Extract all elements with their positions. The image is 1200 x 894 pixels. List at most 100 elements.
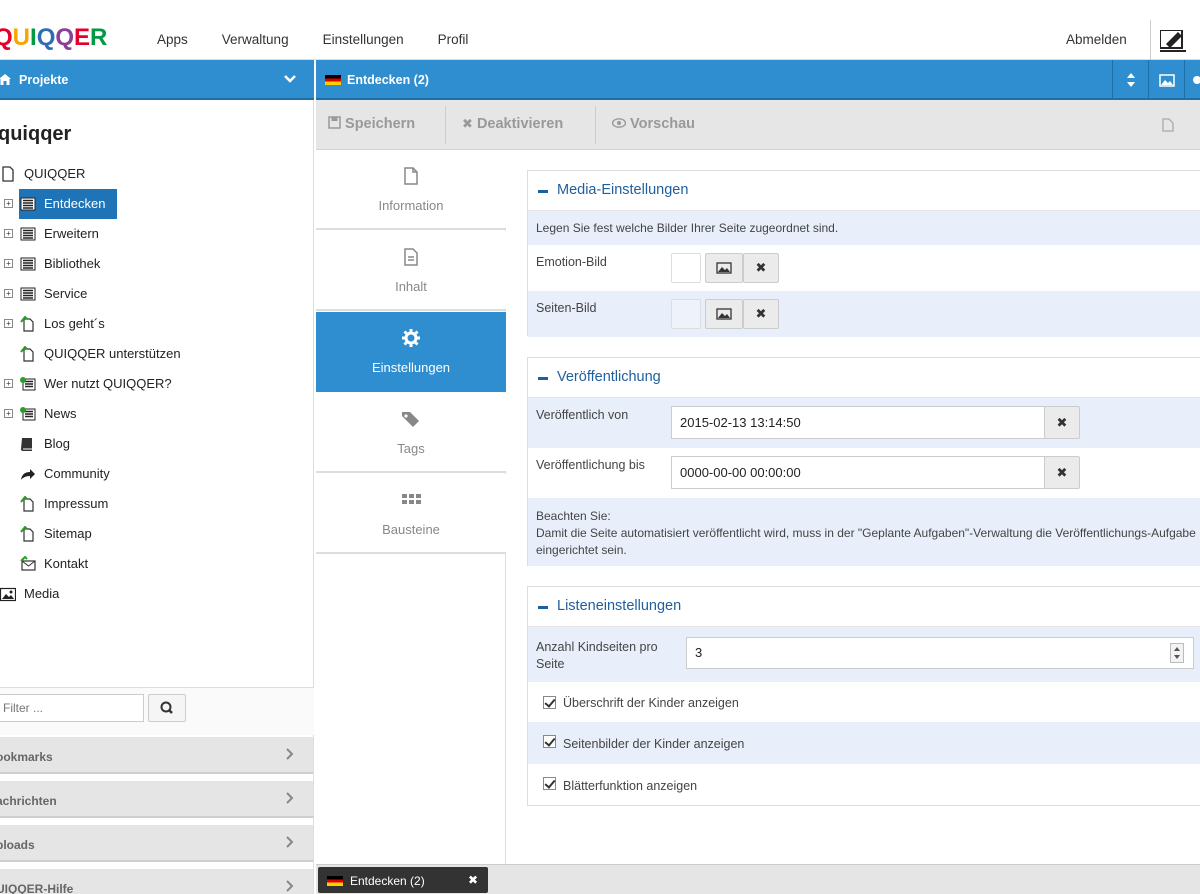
- tree-node[interactable]: + Entdecken: [0, 189, 314, 219]
- tree-node-label: Erweitern: [44, 226, 99, 241]
- logo-letter: R: [90, 24, 108, 51]
- tree-node[interactable]: Impressum: [0, 490, 314, 518]
- tree-node[interactable]: + Service: [0, 280, 314, 308]
- tree-node-label: Blog: [44, 436, 71, 451]
- logo-letter: Q: [0, 24, 13, 51]
- stepper-icon[interactable]: [1170, 643, 1184, 663]
- list-icon: [20, 196, 36, 212]
- tree-node[interactable]: + Bibliothek: [0, 250, 314, 278]
- tab-einstellungen[interactable]: Einstellungen: [316, 312, 506, 392]
- publish-from-label: Veröffentlich von: [536, 408, 629, 422]
- taskbar-tab[interactable]: Entdecken (2) ✖: [318, 867, 488, 893]
- search-icon: [160, 701, 173, 714]
- publish-from-clear-button[interactable]: ✖: [1044, 406, 1080, 439]
- tree-node[interactable]: + Wer nutzt QUIQQER?: [0, 370, 314, 398]
- tree-node[interactable]: Media: [0, 580, 294, 608]
- emotion-image-preview[interactable]: [671, 253, 701, 283]
- tree-node[interactable]: Blog: [0, 430, 314, 458]
- edit-icon[interactable]: [1158, 29, 1200, 54]
- settings-button[interactable]: [1184, 60, 1200, 100]
- tree-node[interactable]: Kontakt: [0, 550, 314, 578]
- book-icon: [20, 436, 36, 452]
- expand-icon[interactable]: +: [4, 259, 13, 268]
- expand-icon[interactable]: +: [4, 229, 13, 238]
- tree-node-label: News: [44, 406, 77, 421]
- publish-to-clear-button[interactable]: ✖: [1044, 456, 1080, 489]
- save-button[interactable]: Speichern: [328, 116, 415, 132]
- tab-label: Inhalt: [395, 279, 427, 294]
- expand-icon[interactable]: +: [4, 319, 13, 328]
- tree-node[interactable]: Sitemap: [0, 520, 314, 548]
- tab-inhalt[interactable]: Inhalt: [316, 231, 506, 311]
- chevron-right-icon: [285, 791, 295, 808]
- menu-einstellungen[interactable]: Einstellungen: [306, 32, 421, 47]
- tree-node[interactable]: + Los geht´s: [0, 310, 314, 338]
- menu-profil[interactable]: Profil: [421, 32, 486, 47]
- filter-bar: [0, 687, 314, 735]
- page-image-preview[interactable]: [671, 299, 701, 329]
- panel-bookmarks[interactable]: ookmarks: [0, 736, 313, 774]
- expand-icon[interactable]: +: [4, 409, 13, 418]
- filter-search-button[interactable]: [148, 694, 186, 722]
- toolbar: Speichern ✖ Deaktivieren Vorschau: [316, 100, 1200, 150]
- panel-uploads-label: ploads: [0, 838, 35, 852]
- tree-node[interactable]: QUIQQER: [0, 160, 294, 188]
- logo-letter: Q: [55, 24, 75, 51]
- panel-uploads[interactable]: ploads: [0, 824, 313, 862]
- media-description: Legen Sie fest welche Bilder Ihrer Seite…: [536, 221, 839, 235]
- german-flag-icon: [327, 876, 343, 886]
- menu-apps[interactable]: Apps: [140, 32, 205, 47]
- menu-verwaltung[interactable]: Verwaltung: [205, 32, 306, 47]
- tab-information[interactable]: Information: [316, 150, 506, 230]
- show-child-images-checkbox[interactable]: [543, 735, 556, 748]
- show-paging-checkbox[interactable]: [543, 777, 556, 790]
- list-section-header[interactable]: Listeneinstellungen: [528, 587, 1200, 627]
- media-button[interactable]: [1148, 60, 1184, 100]
- page-image-row: Seiten-Bild ✖: [528, 291, 1200, 337]
- preview-button[interactable]: Vorschau: [611, 116, 695, 132]
- page-link-icon: [20, 525, 36, 542]
- panel-help[interactable]: UIQQER-Hilfe: [0, 868, 313, 894]
- filter-input[interactable]: [0, 694, 144, 722]
- emotion-image-select-button[interactable]: [705, 253, 743, 283]
- tree-node[interactable]: Community: [0, 460, 314, 488]
- close-icon[interactable]: ✖: [468, 873, 478, 887]
- media-section-header[interactable]: Media-Einstellungen: [528, 171, 1200, 211]
- quiqqer-logo[interactable]: QUIQQER: [0, 26, 107, 50]
- panel-bookmarks-label: ookmarks: [0, 750, 53, 764]
- panel-messages[interactable]: achrichten: [0, 780, 313, 818]
- taskbar-tab-label: Entdecken (2): [350, 874, 425, 888]
- chevron-down-icon[interactable]: [283, 72, 297, 89]
- show-child-headings-checkbox[interactable]: [543, 696, 556, 709]
- tree-node[interactable]: + Erweitern: [0, 220, 314, 248]
- page-image-select-button[interactable]: [705, 299, 743, 329]
- child-count-input[interactable]: 3: [686, 637, 1194, 669]
- projects-header[interactable]: Projekte: [0, 60, 314, 100]
- tree-node-label: Community: [44, 466, 110, 481]
- tab-bausteine[interactable]: Bausteine: [316, 474, 506, 554]
- tree-node-label: Sitemap: [44, 526, 92, 541]
- tab-tags[interactable]: Tags: [316, 393, 506, 473]
- file-icon[interactable]: [1162, 118, 1174, 135]
- divider: [1150, 20, 1151, 60]
- page-image-clear-button[interactable]: ✖: [743, 299, 779, 329]
- expand-icon[interactable]: +: [4, 379, 13, 388]
- list-section-title: Listeneinstellungen: [557, 598, 682, 614]
- tree-node[interactable]: QUIQQER unterstützen: [0, 340, 314, 368]
- gear-icon: [1193, 76, 1200, 84]
- expand-icon[interactable]: +: [4, 199, 13, 208]
- image-icon: [1159, 74, 1175, 87]
- tree-node[interactable]: + News: [0, 400, 314, 428]
- publish-from-field[interactable]: 2015-02-13 13:14:50: [671, 406, 1045, 439]
- publish-to-field[interactable]: 0000-00-00 00:00:00: [671, 456, 1045, 489]
- logout-link[interactable]: Abmelden: [1066, 32, 1127, 47]
- tree-node-label: QUIQQER unterstützen: [44, 346, 181, 361]
- sort-button[interactable]: [1112, 60, 1148, 100]
- expand-icon[interactable]: +: [4, 289, 13, 298]
- publish-from-row: Veröffentlich von 2015-02-13 13:14:50 ✖: [528, 398, 1200, 448]
- emotion-image-clear-button[interactable]: ✖: [743, 253, 779, 283]
- deactivate-button[interactable]: ✖ Deaktivieren: [462, 116, 563, 132]
- image-icon: [0, 586, 17, 602]
- publish-section-header[interactable]: Veröffentlichung: [528, 358, 1200, 398]
- eye-icon: [611, 118, 627, 128]
